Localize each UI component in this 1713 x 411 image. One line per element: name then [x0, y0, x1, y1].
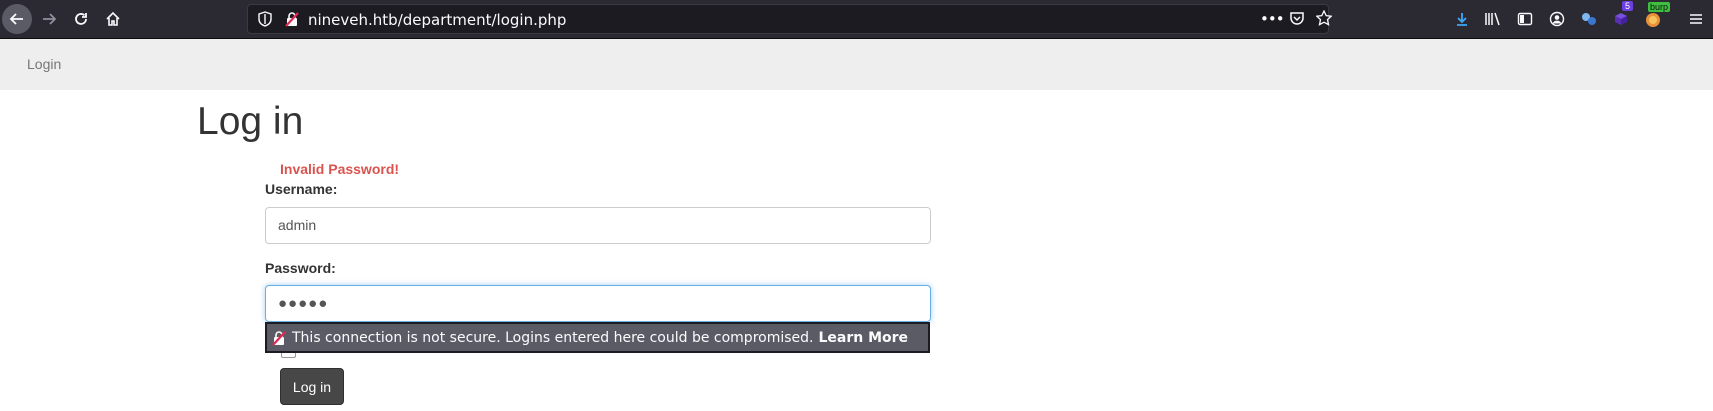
insecure-lock-icon [272, 330, 286, 346]
reload-icon [75, 13, 87, 25]
password-label: Password: [265, 260, 336, 276]
menu-hamburger-icon[interactable] [1685, 8, 1707, 30]
burp-extension-icon[interactable]: burp [1642, 2, 1671, 30]
username-field[interactable]: admin [265, 207, 931, 244]
url-bar[interactable]: nineveh.htb/department/login.php ••• [247, 4, 1333, 34]
url-text[interactable]: nineveh.htb/department/login.php [308, 11, 566, 29]
pocket-icon[interactable] [1289, 10, 1305, 30]
home-button[interactable] [98, 4, 128, 34]
home-icon [106, 11, 120, 26]
extension-cube-icon[interactable]: 5 [1610, 1, 1634, 30]
password-masked-value: ●●●●● [278, 295, 329, 312]
page-actions-icon[interactable]: ••• [1260, 10, 1285, 28]
nav-login-link[interactable]: Login [27, 56, 61, 72]
forward-arrow-icon [43, 13, 57, 25]
tracking-protection-icon[interactable] [258, 11, 274, 27]
insecure-login-warning: This connection is not secure. Logins en… [265, 322, 930, 353]
insecure-lock-icon[interactable] [284, 11, 300, 27]
page-title: Log in [197, 100, 304, 143]
account-icon[interactable] [1546, 8, 1568, 30]
learn-more-link[interactable]: Learn More [818, 330, 908, 346]
library-icon[interactable] [1482, 8, 1504, 30]
login-button[interactable]: Log in [280, 368, 344, 405]
downloads-icon[interactable] [1451, 8, 1473, 30]
forward-button[interactable] [34, 4, 64, 34]
bookmark-star-icon[interactable] [1315, 9, 1333, 30]
site-navbar: Login [0, 39, 1713, 90]
username-label: Username: [265, 181, 338, 197]
back-button[interactable] [2, 4, 32, 34]
extension-dots-icon[interactable] [1578, 8, 1600, 30]
browser-toolbar: nineveh.htb/department/login.php ••• 5 b… [0, 0, 1713, 39]
reload-button[interactable] [66, 4, 96, 34]
error-message: Invalid Password! [280, 161, 400, 177]
extension-badge: 5 [1622, 1, 1634, 11]
insecure-warning-text: This connection is not secure. Logins en… [292, 329, 814, 346]
sidebar-icon[interactable] [1514, 8, 1536, 30]
back-arrow-icon [9, 13, 23, 25]
burp-badge: burp [1648, 2, 1671, 12]
password-field[interactable]: ●●●●● [265, 285, 931, 322]
